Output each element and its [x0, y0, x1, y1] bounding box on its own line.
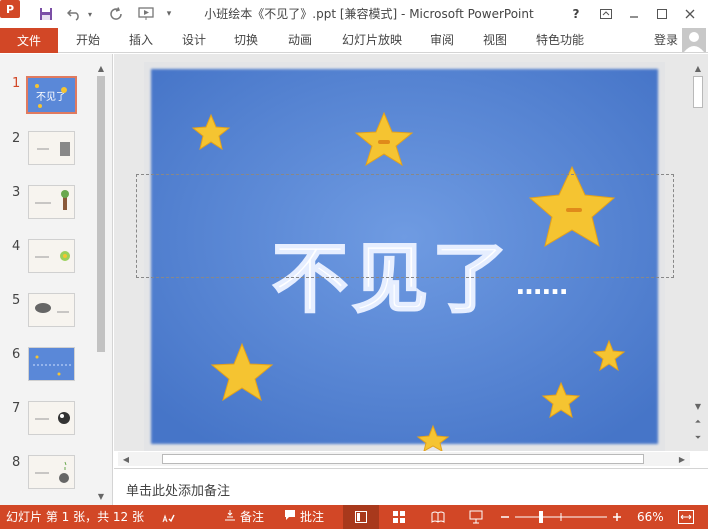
tab-home[interactable]: 开始 [76, 28, 100, 53]
slide-thumbnail[interactable] [28, 185, 75, 219]
slide-number: 8 [12, 455, 21, 470]
minimize-icon[interactable] [624, 0, 644, 28]
slide-number: 5 [12, 293, 21, 308]
slide-title: 不见了 [272, 234, 512, 323]
comments-label: 批注 [300, 510, 325, 524]
scroll-down-icon[interactable]: ▼ [692, 400, 704, 412]
zoom-in-icon[interactable] [612, 505, 622, 529]
slide-count-status: 幻灯片 第 1 张，共 12 张 [6, 510, 144, 524]
slide-thumbnail[interactable] [28, 293, 75, 327]
slide-number: 2 [12, 131, 21, 146]
slide-thumbnail[interactable] [28, 239, 75, 273]
scroll-left-icon[interactable]: ◀ [120, 453, 132, 465]
tab-file[interactable]: 文件 [0, 28, 58, 53]
slide-thumbnail[interactable] [28, 347, 75, 381]
zoom-slider[interactable] [515, 505, 607, 529]
tab-insert[interactable]: 插入 [129, 28, 153, 53]
previous-slide-icon[interactable]: ⏶ [692, 416, 704, 428]
normal-view-icon [355, 511, 367, 523]
slide-sorter-icon[interactable] [392, 505, 406, 529]
slide-number: 1 [12, 76, 21, 91]
scrollbar-thumb[interactable] [162, 454, 644, 464]
slide-thumbnail[interactable] [28, 131, 75, 165]
notes-button[interactable]: 备注 [224, 505, 264, 529]
ribbon-display-icon[interactable] [596, 0, 616, 28]
tab-view[interactable]: 视图 [483, 28, 507, 53]
slide-thumbnail[interactable]: 不见了 [26, 76, 77, 114]
slide-scrollbar[interactable]: ▲ ▼ ⏶ ⏷ [692, 62, 704, 447]
tab-transitions[interactable]: 切换 [234, 28, 258, 53]
tab-design[interactable]: 设计 [182, 28, 206, 53]
slide-number: 4 [12, 239, 21, 254]
help-icon[interactable]: ? [568, 0, 584, 28]
scroll-up-icon[interactable]: ▲ [95, 62, 107, 74]
thumbnail-scrollbar[interactable]: ▲ ▼ [95, 62, 107, 502]
notes-pane[interactable]: 单击此处添加备注 [114, 468, 708, 505]
spellcheck-icon[interactable] [161, 505, 175, 529]
close-icon[interactable] [680, 0, 700, 28]
scroll-right-icon[interactable]: ▶ [676, 453, 688, 465]
tab-review[interactable]: 审阅 [430, 28, 454, 53]
help-label: ? [572, 7, 580, 21]
svg-text:不见了: 不见了 [36, 91, 66, 103]
status-bar: 幻灯片 第 1 张，共 12 张 备注 批注 66% [0, 505, 708, 529]
slide-number: 7 [12, 401, 21, 416]
comments-button[interactable]: 批注 [284, 505, 324, 529]
comments-icon [284, 505, 296, 529]
maximize-icon[interactable] [652, 0, 672, 28]
ribbon-tabs: 文件 开始 插入 设计 切换 动画 幻灯片放映 审阅 视图 特色功能 登录 [0, 28, 708, 53]
slide-thumbnail[interactable] [28, 401, 75, 435]
scrollbar-thumb[interactable] [693, 76, 703, 108]
reading-view-icon[interactable] [431, 505, 445, 529]
title-bar: P ▾ ▾ 小班绘本《不见了》.ppt [兼容模式] - Microsoft P… [0, 0, 708, 28]
tab-animations[interactable]: 动画 [288, 28, 312, 53]
notes-icon [224, 505, 236, 529]
zoom-out-icon[interactable] [500, 505, 510, 529]
slide-thumbnail[interactable] [28, 455, 75, 489]
avatar[interactable] [682, 28, 706, 52]
current-slide[interactable]: 不见了 …… [144, 62, 665, 451]
scrollbar-thumb[interactable] [97, 76, 105, 352]
tab-slideshow[interactable]: 幻灯片放映 [342, 28, 402, 53]
normal-view-button[interactable] [343, 505, 379, 529]
scroll-up-icon[interactable]: ▲ [692, 62, 704, 74]
slideshow-icon[interactable] [469, 505, 483, 529]
fit-slide-icon[interactable] [678, 505, 694, 529]
scroll-down-icon[interactable]: ▼ [95, 490, 107, 502]
slide-number: 6 [12, 347, 21, 362]
notes-placeholder[interactable]: 单击此处添加备注 [126, 480, 230, 499]
next-slide-icon[interactable]: ⏷ [692, 432, 704, 444]
sign-in-link[interactable]: 登录 [654, 28, 678, 53]
slide-edit-area: 不见了 …… [114, 54, 708, 451]
tab-special-features[interactable]: 特色功能 [536, 28, 584, 53]
horizontal-scrollbar[interactable]: ◀ ▶ [118, 452, 690, 466]
slide-title-dots: …… [516, 271, 568, 301]
notes-label: 备注 [240, 510, 265, 524]
slide-number: 3 [12, 185, 21, 200]
zoom-level[interactable]: 66% [637, 505, 664, 529]
